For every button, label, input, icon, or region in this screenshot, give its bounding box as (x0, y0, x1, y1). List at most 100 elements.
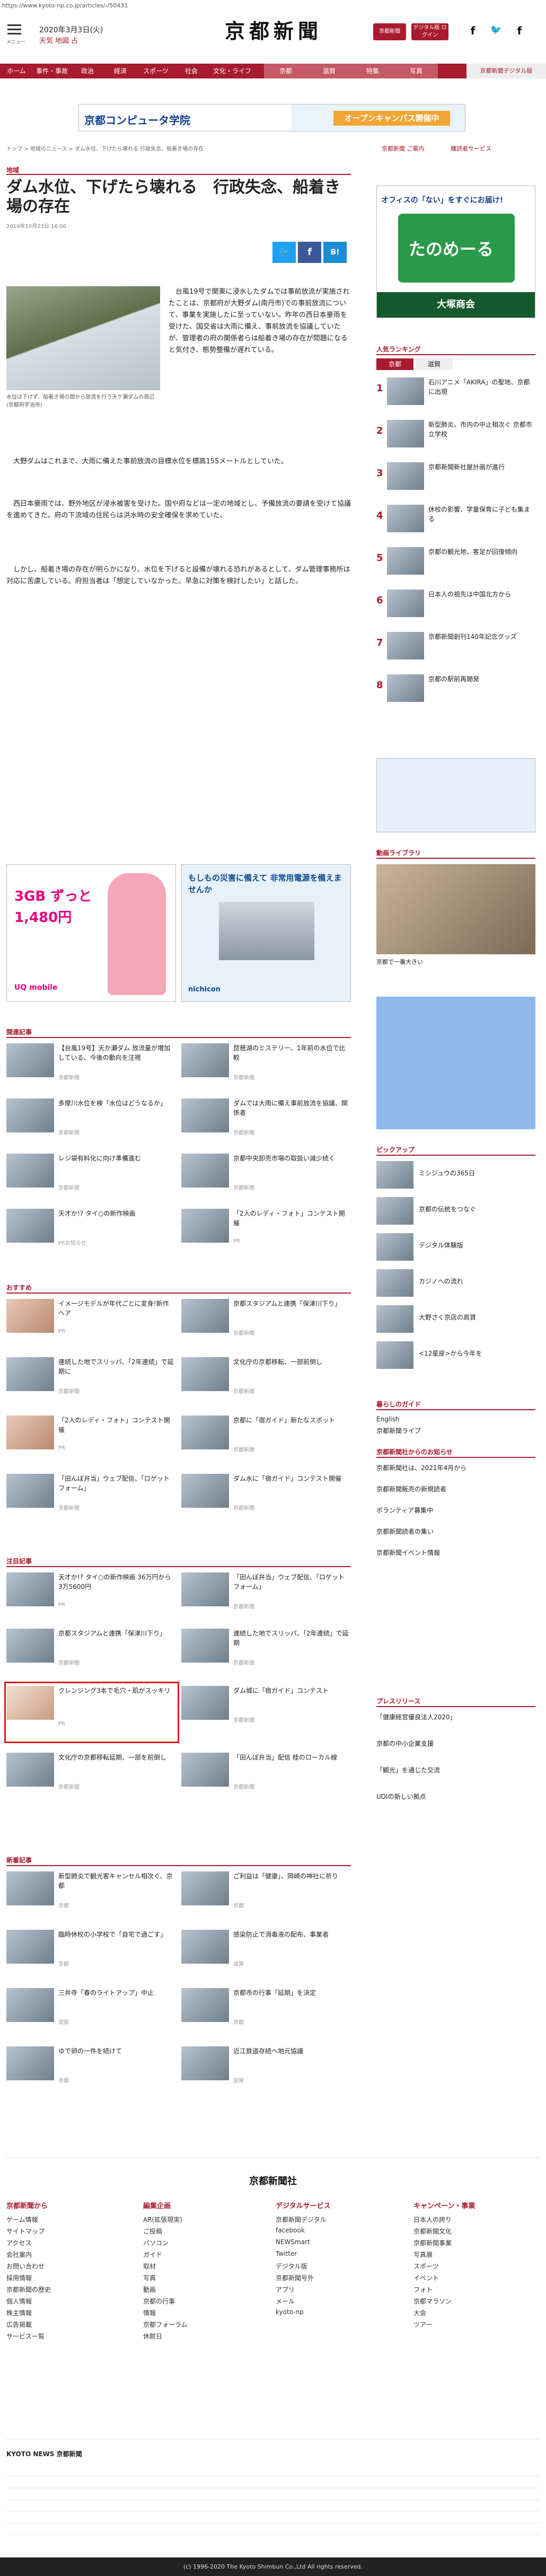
footer-link[interactable]: 写真展 (413, 2250, 433, 2259)
hatena-share-icon[interactable]: B! (323, 242, 347, 263)
popular-title[interactable]: 「田んぼ弁当」配信 桂のローカル線 (233, 1753, 350, 1781)
nav-politics[interactable]: 政治 (71, 64, 104, 78)
press-item[interactable]: 京都の中小企業支援 (376, 1739, 535, 1748)
nav-sports[interactable]: スポーツ (137, 64, 175, 78)
guide-item[interactable]: 京都新聞ライブ (376, 1426, 421, 1436)
popular-title[interactable]: クレンジング3本で毛穴・肌がスッキリ (58, 1686, 175, 1715)
thumb[interactable] (181, 1416, 229, 1449)
ranking-item[interactable]: 休校の影響、学童保育に子ども集まる (428, 505, 534, 533)
thumb[interactable] (181, 1043, 229, 1077)
recommend-title[interactable]: 京都に「宿ガイド」新たなスポット (233, 1416, 350, 1444)
ad-uq[interactable]: 3GB ずっと 1,480円 UQ mobile (6, 864, 176, 1002)
pickup-item[interactable]: デジタル体験版 (419, 1241, 535, 1250)
popular-title[interactable]: 文化庁の京都移転延期、一部を前倒し (58, 1753, 175, 1781)
related-title[interactable]: 【台風19号】天か瀬ダム 放流量が増加している、今後の動向を注視 (58, 1043, 175, 1072)
ad-banner[interactable]: 京都コンピュータ学院 オープンキャンパス開催中 (78, 104, 465, 131)
thumb[interactable] (387, 420, 424, 447)
popular-title[interactable]: 連続した地でスリッパ、「2年連続」で延期 (233, 1629, 350, 1657)
thumb[interactable] (181, 1572, 229, 1606)
footer-link[interactable]: 京都新聞文化 (413, 2227, 452, 2236)
footer-link[interactable]: ご投稿 (143, 2227, 162, 2236)
ranking-item[interactable]: 日本人の祖先は中国北方から (428, 590, 534, 618)
facebook-icon[interactable]: f (466, 24, 479, 38)
notice-item[interactable]: 京都新聞読者の集い (376, 1527, 535, 1536)
ranking-tab-kyoto[interactable]: 京都 (376, 358, 413, 370)
thumb[interactable] (387, 547, 424, 575)
login-button[interactable]: 京都新聞 (373, 23, 406, 40)
pickup-item[interactable]: 京都の伝統をつなぐ (419, 1205, 535, 1214)
thumb[interactable] (387, 674, 424, 702)
recommend-title[interactable]: ダム水に「宿ガイド」コンテスト開催 (233, 1474, 350, 1502)
footer-link[interactable]: 日本人の誇り (413, 2215, 452, 2224)
related-title[interactable]: レジ袋有料化に向け準備進む (58, 1154, 175, 1182)
footer-link[interactable]: 京都マラソン (413, 2297, 452, 2306)
twitter-share-icon[interactable]: 🐦 (272, 242, 296, 263)
thumb[interactable] (181, 1871, 229, 1905)
thumb[interactable] (181, 1930, 229, 1964)
thumb[interactable] (387, 632, 424, 660)
thumb[interactable] (6, 1357, 54, 1391)
recommend-title[interactable]: イメージモデルが年代ごとに変身!新作ヘア (58, 1299, 175, 1327)
notice-item[interactable]: 京都新聞販売の新規読者 (376, 1484, 535, 1494)
footer-link[interactable]: 情報 (143, 2308, 156, 2317)
footer-link[interactable]: 個人情報 (6, 2297, 32, 2306)
thumb[interactable] (181, 1629, 229, 1663)
footer-link[interactable]: サービス一覧 (6, 2332, 45, 2341)
recent-title[interactable]: 新型肺炎で観光客キャンセル相次ぐ、京都 (58, 1871, 175, 1900)
recommend-title[interactable]: 連続した地でスリッパ、「2年連続」で延期に (58, 1357, 175, 1386)
footer-link[interactable]: AR(拡張現実) (143, 2215, 182, 2224)
press-item[interactable]: 「観光」を通じた交流 (376, 1765, 535, 1775)
footer-link[interactable]: イベント (413, 2273, 439, 2282)
popular-title[interactable]: 京都スタジアムと連携「保津川下り」 (58, 1629, 175, 1657)
nav-digital[interactable]: 京都新聞デジタル版 (466, 64, 546, 78)
guide-item[interactable]: English (376, 1414, 399, 1424)
footer-link[interactable]: 広告掲載 (6, 2320, 32, 2329)
guide-link[interactable]: 京都新聞 ご案内 (382, 144, 425, 153)
thumb[interactable] (6, 1154, 54, 1188)
footer-link[interactable]: 会社案内 (6, 2250, 32, 2259)
footer-link[interactable]: kyoto-np (276, 2308, 304, 2316)
breadcrumb[interactable]: トップ > 地域のニュース > ダム水位、下げたら壊れる 行政失念、船着き場の存… (6, 144, 346, 152)
recent-title[interactable]: ご利益は「健康」、岡崎の神社に祈り (233, 1871, 350, 1900)
digital-login-button[interactable]: デジタル版 ログイン (411, 23, 448, 40)
ranking-item[interactable]: 京都の駅前再開発 (428, 674, 534, 703)
footer-link[interactable]: 京都フォーラム (143, 2320, 188, 2329)
right-ad[interactable]: オフィスの「ない」をすぐにお届け! たのめーる 大塚商会 (376, 186, 535, 318)
thumb[interactable] (376, 1341, 413, 1369)
ranking-item[interactable]: 石川アニメ「AKIRA」の聖地、京都に出現 (428, 377, 534, 406)
nav-photo[interactable]: 写真 (394, 64, 438, 78)
nav-incident[interactable]: 事件・事故 (33, 64, 71, 78)
footer-link[interactable]: デジタル版 (276, 2262, 307, 2271)
thumb[interactable] (6, 1753, 54, 1787)
nav-kyoto[interactable]: 京都 (264, 64, 307, 78)
menu-icon[interactable] (7, 24, 21, 36)
popular-title[interactable]: ダム城に「宿ガイド」コンテスト (233, 1686, 350, 1715)
footer-link[interactable]: 大会 (413, 2308, 426, 2317)
twitter-icon[interactable]: 🐦 (490, 24, 503, 38)
nav-culture[interactable]: 文化・ライフ (208, 64, 257, 78)
weather-links[interactable]: 天気 地図 占 (39, 35, 78, 45)
recommend-title[interactable]: 文化庁の京都移転、一部前倒し (233, 1357, 350, 1386)
thumb[interactable] (6, 1474, 54, 1508)
thumb[interactable] (376, 1197, 413, 1225)
thumb[interactable] (387, 377, 424, 405)
footer-link[interactable]: フォト (413, 2285, 433, 2294)
nav-home[interactable]: ホーム (0, 64, 33, 78)
thumb[interactable] (6, 1043, 54, 1077)
footer-link[interactable]: 株主情報 (6, 2308, 32, 2317)
thumb[interactable] (376, 1161, 413, 1189)
related-title[interactable]: ダムでは大雨に備え事前放流を協議、関係者 (233, 1098, 350, 1127)
thumb[interactable] (6, 1209, 54, 1243)
thumb[interactable] (181, 1686, 229, 1720)
thumb[interactable] (6, 1871, 54, 1905)
thumb[interactable] (181, 1988, 229, 2022)
thumb[interactable] (6, 1988, 54, 2022)
recent-title[interactable]: 三井寺「春のライトアップ」中止 (58, 1988, 175, 2017)
footer-link[interactable]: お問い合わせ (6, 2262, 45, 2271)
nav-economy[interactable]: 経済 (104, 64, 137, 78)
thumb[interactable] (6, 1416, 54, 1449)
ad-nichicon[interactable]: もしもの災害に備えて 非常用電源を備えませんか nichicon (181, 864, 351, 1002)
recent-title[interactable]: 京都市の行事「延期」を決定 (233, 1988, 350, 2017)
recent-title[interactable]: 近江鉄道存続へ地元協議 (233, 2046, 350, 2075)
thumb[interactable] (181, 1753, 229, 1787)
